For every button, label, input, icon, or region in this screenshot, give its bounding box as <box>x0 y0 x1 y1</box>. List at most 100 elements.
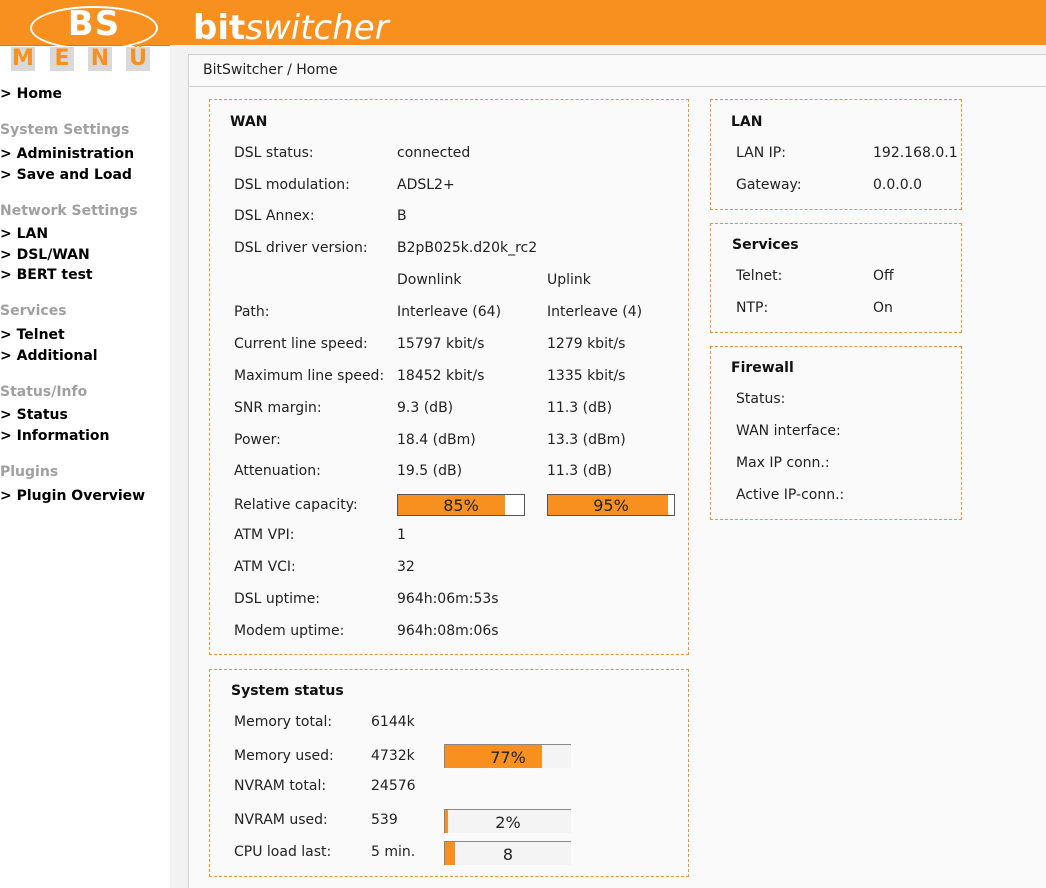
nav-additional[interactable]: > Additional <box>0 348 98 364</box>
nav-dsl-wan[interactable]: > DSL/WAN <box>0 247 90 263</box>
vci-label: ATM VCI: <box>234 559 296 575</box>
menu-letter-m[interactable]: M <box>11 47 35 71</box>
logo-text[interactable]: BS <box>30 4 158 44</box>
modem-uptime-label: Modem uptime: <box>234 623 345 639</box>
nav-home[interactable]: > Home <box>0 86 62 102</box>
dsl-status-value: connected <box>397 145 471 161</box>
max-speed-label: Maximum line speed: <box>234 368 385 384</box>
brand-italic: switcher <box>245 8 389 48</box>
modem-uptime-value: 964h:08m:06s <box>397 623 499 639</box>
path-up: Interleave (4) <box>547 304 643 320</box>
brand-bold: bit <box>193 8 246 48</box>
nav-bert-test[interactable]: > BERT test <box>0 267 93 283</box>
firewall-title: Firewall <box>731 360 794 376</box>
nvram-total-label: NVRAM total: <box>234 778 327 794</box>
nvram-used-bar: 2% <box>444 809 571 833</box>
dsl-modulation-label: DSL modulation: <box>234 177 350 193</box>
snr-label: SNR margin: <box>234 400 322 416</box>
nav-head-services: Services <box>0 303 67 319</box>
ntp-label: NTP: <box>736 300 769 316</box>
nav-plugin-overview[interactable]: > Plugin Overview <box>0 488 145 504</box>
rel-cap-up-text: 95% <box>593 496 629 515</box>
rel-cap-up-bar: 95% <box>547 494 675 516</box>
nav-lan[interactable]: > LAN <box>0 226 48 242</box>
cpu-period-value: 5 min. <box>371 844 416 860</box>
vci-value: 32 <box>397 559 415 575</box>
mem-used-bar: 77% <box>444 744 571 768</box>
rel-cap-down-text: 85% <box>443 496 479 515</box>
rel-cap-down-bar: 85% <box>397 494 525 516</box>
telnet-label: Telnet: <box>736 268 783 284</box>
dsl-status-label: DSL status: <box>234 145 314 161</box>
nav-information[interactable]: > Information <box>0 428 110 444</box>
breadcrumb-divider <box>189 86 1046 87</box>
nav-head-status-info: Status/Info <box>0 384 88 400</box>
mem-total-value: 6144k <box>371 714 415 730</box>
gateway-value: 0.0.0.0 <box>873 177 922 193</box>
relative-capacity-label: Relative capacity: <box>234 497 358 513</box>
path-down: Interleave (64) <box>397 304 502 320</box>
cpu-load-label: CPU load last: <box>234 844 332 860</box>
wan-title: WAN <box>230 114 268 130</box>
attenuation-up: 11.3 (dB) <box>547 463 613 479</box>
nav-head-plugins: Plugins <box>0 464 59 480</box>
nav-save-load[interactable]: > Save and Load <box>0 167 132 183</box>
menu-letter-n[interactable]: N <box>88 47 112 71</box>
firewall-status-label: Status: <box>736 391 786 407</box>
menu-letter-e[interactable]: E <box>50 47 74 71</box>
power-up: 13.3 (dBm) <box>547 432 626 448</box>
power-down: 18.4 (dBm) <box>397 432 476 448</box>
vpi-label: ATM VPI: <box>234 527 295 543</box>
driver-label: DSL driver version: <box>234 240 368 256</box>
active-ip-conn-label: Active IP-conn.: <box>736 487 845 503</box>
nav-head-system-settings: System Settings <box>0 122 130 138</box>
nvram-used-value: 539 <box>371 812 398 828</box>
downlink-header: Downlink <box>397 272 462 288</box>
nav-telnet[interactable]: > Telnet <box>0 327 65 343</box>
brand-title: bitswitcher <box>193 8 389 48</box>
mem-total-label: Memory total: <box>234 714 333 730</box>
power-label: Power: <box>234 432 281 448</box>
dsl-annex-value: B <box>397 208 407 224</box>
max-ip-conn-label: Max IP conn.: <box>736 455 830 471</box>
lan-title: LAN <box>731 114 763 130</box>
menu-letter-u[interactable]: Ü <box>126 47 150 71</box>
cur-speed-up: 1279 kbit/s <box>547 336 626 352</box>
mem-used-label: Memory used: <box>234 748 334 764</box>
cpu-load-bar: 8 <box>444 841 571 865</box>
gateway-label: Gateway: <box>736 177 802 193</box>
uplink-header: Uplink <box>547 272 591 288</box>
lan-ip-label: LAN IP: <box>736 145 786 161</box>
mem-used-pct: 77% <box>490 748 526 767</box>
telnet-value: Off <box>873 268 894 284</box>
dsl-modulation-value: ADSL2+ <box>397 177 455 193</box>
cur-speed-down: 15797 kbit/s <box>397 336 485 352</box>
nav-head-network-settings: Network Settings <box>0 203 138 219</box>
max-speed-down: 18452 kbit/s <box>397 368 485 384</box>
nvram-used-pct: 2% <box>495 813 521 832</box>
sidebar: > Home System Settings > Administration … <box>0 75 170 888</box>
attenuation-down: 19.5 (dB) <box>397 463 463 479</box>
cpu-load-value: 8 <box>502 845 514 864</box>
services-title: Services <box>732 237 799 253</box>
system-status-title: System status <box>231 683 344 699</box>
dsl-uptime-label: DSL uptime: <box>234 591 321 607</box>
max-speed-up: 1335 kbit/s <box>547 368 626 384</box>
snr-up: 11.3 (dB) <box>547 400 613 416</box>
nvram-total-value: 24576 <box>371 778 416 794</box>
path-label: Path: <box>234 304 270 320</box>
attenuation-label: Attenuation: <box>234 463 321 479</box>
ntp-value: On <box>873 300 893 316</box>
nav-administration[interactable]: > Administration <box>0 146 134 162</box>
wan-interface-label: WAN interface: <box>736 423 841 439</box>
dsl-uptime-value: 964h:06m:53s <box>397 591 499 607</box>
driver-value: B2pB025k.d20k_rc2 <box>397 240 538 256</box>
mem-used-value: 4732k <box>371 748 415 764</box>
breadcrumb: BitSwitcher / Home <box>203 62 338 78</box>
dsl-annex-label: DSL Annex: <box>234 208 315 224</box>
nvram-used-label: NVRAM used: <box>234 812 328 828</box>
lan-ip-value: 192.168.0.1 <box>873 145 958 161</box>
nav-status[interactable]: > Status <box>0 407 68 423</box>
vpi-value: 1 <box>397 527 406 543</box>
snr-down: 9.3 (dB) <box>397 400 454 416</box>
